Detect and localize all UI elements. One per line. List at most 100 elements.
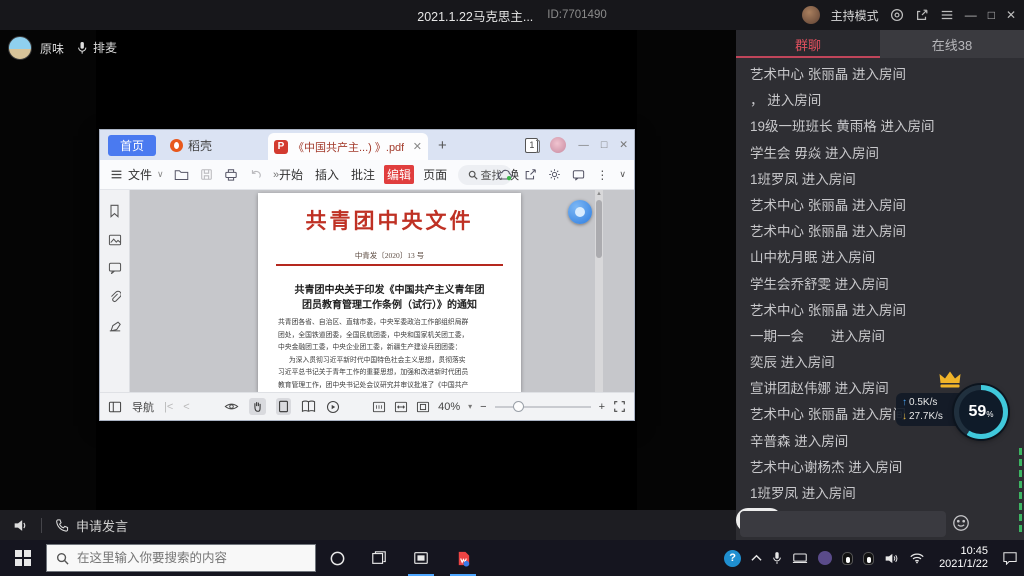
- speaker-icon[interactable]: [12, 518, 29, 533]
- mic-queue-button[interactable]: 排麦: [76, 39, 117, 56]
- ribbon-tab[interactable]: 插入: [312, 165, 342, 184]
- chat-input[interactable]: [740, 511, 946, 537]
- chat-message: 19级一班班长 黄雨格 进入房间: [736, 114, 1024, 140]
- single-page-icon[interactable]: [276, 398, 291, 415]
- ribbon-tab[interactable]: 页面: [420, 165, 450, 184]
- minimize-icon[interactable]: —: [965, 9, 977, 21]
- first-page-icon[interactable]: |<: [164, 401, 173, 413]
- comment-bubble-icon[interactable]: [108, 262, 122, 274]
- action-center-icon[interactable]: [1002, 551, 1018, 565]
- tab-online-list[interactable]: 在线38: [880, 30, 1024, 58]
- floating-assistant-button[interactable]: [568, 200, 592, 224]
- wps-account-avatar[interactable]: [550, 137, 566, 153]
- tab-group-chat[interactable]: 群聊: [736, 30, 880, 58]
- save-icon[interactable]: [200, 168, 213, 181]
- scroll-up-arrow-icon[interactable]: ▲: [595, 191, 603, 197]
- nav-panel-icon[interactable]: [108, 401, 122, 413]
- hand-tool-icon[interactable]: [249, 398, 266, 415]
- ribbon-tab[interactable]: 批注: [348, 165, 378, 184]
- kebab-menu-icon[interactable]: ⋮: [596, 168, 608, 182]
- doc-body-line: 团处，全国铁道团委，全国民航团委，中央和国家机关团工委，: [278, 330, 505, 343]
- zoom-level[interactable]: 40%: [438, 401, 460, 413]
- document-scrollbar-thumb[interactable]: [596, 200, 602, 258]
- emoji-icon[interactable]: [952, 514, 970, 532]
- tray-tim-icon[interactable]: [863, 552, 874, 565]
- tab-document[interactable]: P 《中国共产主...) 》.pdf ✕: [268, 133, 428, 160]
- ribbon-tab[interactable]: 编辑: [384, 165, 414, 184]
- zoom-caret-icon[interactable]: ▾: [468, 402, 472, 411]
- request-speak-icon[interactable]: [54, 518, 69, 533]
- tray-mic-icon[interactable]: [772, 551, 782, 565]
- tray-purple-app-icon[interactable]: [818, 551, 832, 565]
- attachment-icon[interactable]: [108, 290, 121, 304]
- taskbar-search[interactable]: [46, 544, 316, 572]
- actual-size-icon[interactable]: [372, 401, 386, 413]
- share-icon[interactable]: [524, 168, 537, 181]
- chat-message-list: 艺术中心 张丽晶 进入房间， 进入房间19级一班班长 黄雨格 进入房间学生会 毋…: [736, 62, 1024, 506]
- fullscreen-icon[interactable]: [613, 400, 626, 413]
- window-switch-icon[interactable]: 1: [525, 138, 538, 153]
- pdf-maximize-icon[interactable]: □: [601, 139, 607, 151]
- tray-expand-icon[interactable]: [751, 554, 762, 562]
- collapse-toolbar-icon[interactable]: ∨: [619, 169, 626, 180]
- zoom-slider[interactable]: [495, 406, 591, 408]
- new-tab-icon[interactable]: +: [438, 137, 447, 154]
- print-icon[interactable]: [224, 168, 238, 181]
- close-icon[interactable]: ✕: [1006, 9, 1016, 21]
- active-tab-underline: [736, 56, 880, 58]
- chat-message: 艺术中心 张丽晶 进入房间: [736, 402, 1024, 428]
- open-folder-icon[interactable]: [174, 168, 189, 181]
- tray-wifi-icon[interactable]: [909, 552, 925, 564]
- task-view-icon[interactable]: [358, 540, 400, 576]
- image-icon[interactable]: [108, 234, 122, 246]
- maximize-icon[interactable]: □: [988, 9, 995, 21]
- comment-icon[interactable]: [572, 169, 585, 181]
- cloud-sync-icon[interactable]: [497, 169, 513, 181]
- tab-close-icon[interactable]: ✕: [413, 140, 422, 153]
- tray-device-icon[interactable]: [792, 552, 808, 564]
- play-icon[interactable]: [326, 400, 340, 414]
- room-title: 2021.1.22马克思主...: [417, 6, 533, 25]
- start-button[interactable]: [0, 540, 46, 576]
- read-mode-eye-icon[interactable]: [224, 401, 239, 412]
- zoom-in-icon[interactable]: +: [599, 401, 605, 413]
- tray-qq-icon[interactable]: [842, 552, 853, 565]
- chat-sidebar: 群聊 在线38 艺术中心 张丽晶 进入房间， 进入房间19级一班班长 黄雨格 进…: [736, 30, 1024, 540]
- popout-share-icon[interactable]: [915, 8, 929, 22]
- cortana-icon[interactable]: [316, 540, 358, 576]
- taskbar-clock[interactable]: 10:45 2021/1/22: [939, 545, 988, 571]
- wps-app-icon[interactable]: [442, 540, 484, 576]
- clock-date: 2021/1/22: [939, 558, 988, 571]
- nav-label[interactable]: 导航: [132, 399, 154, 415]
- bookmark-icon[interactable]: [108, 204, 121, 218]
- settings-circle-icon[interactable]: [890, 8, 904, 22]
- gear-icon[interactable]: [548, 168, 561, 181]
- undo-icon[interactable]: [249, 168, 262, 181]
- zoom-out-icon[interactable]: −: [480, 401, 486, 413]
- stamp-icon[interactable]: [108, 320, 122, 333]
- host-mode-label: 主持模式: [831, 7, 879, 24]
- fit-page-icon[interactable]: [416, 401, 430, 413]
- tray-volume-icon[interactable]: [884, 552, 899, 565]
- zoom-slider-knob[interactable]: [513, 401, 524, 412]
- chat-message: 学生会乔舒雯 进入房间: [736, 272, 1024, 298]
- tray-app-badge-icon[interactable]: ?: [724, 550, 741, 567]
- pdf-close-icon[interactable]: ✕: [619, 139, 628, 151]
- pdf-minimize-icon[interactable]: —: [578, 139, 589, 151]
- stage-area: 原味 排麦 首页 稻壳 P 《中国共产主...) 》.pdf ✕ + 1 — □: [0, 30, 736, 510]
- tab-home[interactable]: 首页: [108, 135, 156, 156]
- request-speak-label[interactable]: 申请发言: [76, 516, 128, 535]
- live-class-app: { "titlebar": { "title": "2021.1.22马克思主.…: [0, 0, 1024, 576]
- ribbon-tab[interactable]: 开始: [276, 165, 306, 184]
- file-menu[interactable]: 文件 ∨: [110, 160, 164, 189]
- two-page-icon[interactable]: [301, 400, 316, 413]
- fit-width-icon[interactable]: [394, 401, 408, 413]
- taskbar-search-input[interactable]: [77, 551, 297, 565]
- windows-logo-icon: [15, 550, 31, 566]
- app-window-icon[interactable]: [400, 540, 442, 576]
- control-bar: 申请发言: [0, 510, 736, 540]
- avatar[interactable]: [8, 36, 32, 60]
- prev-page-icon[interactable]: <: [183, 401, 189, 413]
- tab-docer[interactable]: 稻壳: [170, 135, 212, 156]
- menu-icon[interactable]: [940, 8, 954, 22]
